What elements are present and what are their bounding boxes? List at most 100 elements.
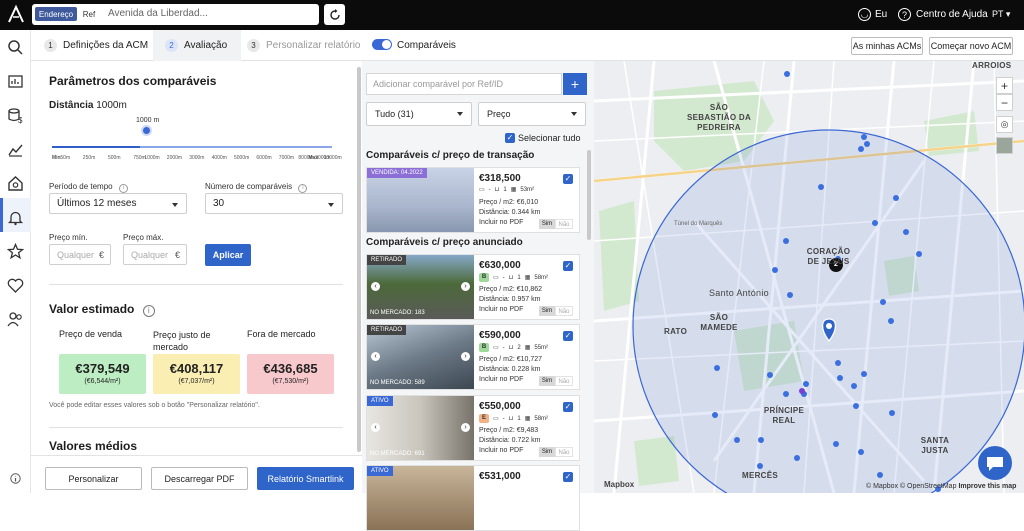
min-price-label: Preço mín. — [49, 233, 88, 242]
select-all-checkbox[interactable]: ✓ — [505, 133, 515, 143]
tab-customize-report[interactable]: 3 Personalizar relatório — [247, 30, 367, 61]
address-search-input[interactable]: Avenida da Liberdad... — [108, 8, 208, 19]
include-pdf-label: Incluir no PDF — [479, 306, 524, 313]
count-select[interactable]: 30 — [205, 193, 343, 214]
apply-button[interactable]: Aplicar — [205, 244, 251, 266]
comparables-scrollbar[interactable] — [587, 150, 591, 240]
add-comparable-button[interactable]: + — [563, 73, 587, 95]
comparable-card[interactable]: RETIRADO ‹ › NO MERCADO: 589 €590,000 B ▭ - ⊔ 2 ▦ 5… — [366, 324, 580, 390]
attribution-text[interactable]: © Mapbox © OpenStreetMap — [866, 483, 956, 490]
property-photo[interactable]: ATIVO — [367, 466, 474, 530]
refresh-icon — [329, 8, 340, 20]
max-price-input[interactable]: Qualquer € — [123, 244, 187, 265]
search-mode-ref[interactable]: Ref — [80, 7, 98, 21]
info-icon[interactable] — [10, 473, 21, 484]
left-panel-scrollbar[interactable] — [357, 67, 361, 452]
map-style-toggle[interactable] — [996, 137, 1013, 154]
filter-select[interactable]: Tudo (31) — [366, 102, 472, 126]
status-badge: RETIRADO — [367, 255, 407, 265]
include-pdf-toggle[interactable]: Sim Não — [539, 219, 573, 229]
my-acms-button[interactable]: As minhas ACMs — [851, 37, 923, 55]
include-pdf-toggle[interactable]: Sim Não — [539, 306, 573, 316]
comparable-card[interactable]: RETIRADO ‹ › NO MERCADO: 183 €630,000 B ▭ - ⊔ 1 ▦ 5… — [366, 254, 580, 320]
chevron-left-icon[interactable]: ‹ — [371, 423, 380, 432]
chevron-right-icon[interactable]: › — [461, 423, 470, 432]
locate-button[interactable]: ◎ — [996, 116, 1013, 133]
info-icon[interactable]: i — [118, 184, 128, 193]
include-yes[interactable]: Sim — [539, 447, 555, 457]
tab-acm-settings[interactable]: 1 Definições da ACM — [44, 30, 154, 61]
comparable-card[interactable]: ATIVO €531,000 ✓ — [366, 465, 580, 531]
property-photo[interactable]: ATIVO ‹ › NO MERCADO: 691 — [367, 396, 474, 460]
include-no[interactable]: Não — [555, 447, 573, 457]
property-photo[interactable]: VENDIDA: 04.2022 — [367, 168, 474, 232]
include-no[interactable]: Não — [555, 219, 573, 229]
tab-number: 2 — [165, 39, 178, 52]
comparable-checkbox[interactable]: ✓ — [563, 261, 573, 271]
comparables-toggle[interactable] — [372, 39, 392, 50]
improve-map-link[interactable]: Improve this map — [958, 483, 1016, 490]
comparable-checkbox[interactable]: ✓ — [563, 331, 573, 341]
add-comparable-input[interactable]: Adicionar comparável por Ref/ID — [366, 73, 562, 95]
customize-button[interactable]: Personalizar — [45, 467, 142, 490]
chevron-right-icon[interactable]: › — [461, 282, 470, 291]
smartlink-report-button[interactable]: Relatório Smartlink — [257, 467, 354, 490]
info-icon[interactable]: i — [298, 184, 308, 193]
property-photo[interactable]: RETIRADO ‹ › NO MERCADO: 183 — [367, 255, 474, 319]
app-logo-icon[interactable] — [6, 4, 26, 24]
zoom-in-button[interactable]: + — [996, 77, 1013, 94]
min-price-input[interactable]: Qualquer € — [49, 244, 111, 265]
bell-icon[interactable] — [7, 209, 24, 226]
heart-home-icon[interactable] — [7, 277, 24, 294]
money-icon[interactable]: $ — [7, 107, 24, 124]
fair-price-heading: Preço justo de mercado — [153, 330, 211, 352]
include-no[interactable]: Não — [555, 306, 573, 316]
search-mode-address[interactable]: Endereço — [35, 7, 77, 21]
start-new-acm-button[interactable]: Começar novo ACM — [929, 37, 1013, 55]
comparable-price: €550,000 — [479, 401, 521, 412]
search-icon[interactable] — [7, 39, 24, 56]
comparable-price: €531,000 — [479, 471, 521, 482]
map[interactable]: 2 ARROIOS SÃO SEBASTIÃO DA PEDREIRA CORA… — [594, 61, 1024, 493]
info-icon[interactable]: i — [142, 305, 155, 317]
property-photo[interactable]: RETIRADO ‹ › NO MERCADO: 589 — [367, 325, 474, 389]
comparable-checkbox[interactable]: ✓ — [563, 472, 573, 482]
chevron-left-icon[interactable]: ‹ — [371, 282, 380, 291]
tab-number: 3 — [247, 39, 260, 52]
user-menu[interactable]: ◡ Eu — [858, 8, 887, 21]
include-pdf-toggle[interactable]: Sim Não — [539, 376, 573, 386]
area-value: 58m² — [534, 415, 549, 422]
chevron-right-icon[interactable]: › — [461, 352, 470, 361]
include-yes[interactable]: Sim — [539, 376, 555, 386]
star-icon[interactable] — [7, 243, 24, 260]
chat-button[interactable] — [978, 446, 1012, 480]
language-select[interactable]: PT ▾ — [992, 9, 1010, 20]
estimate-value: €436,685 — [263, 361, 318, 376]
chart-icon[interactable] — [7, 141, 24, 158]
distance-slider-handle[interactable] — [141, 125, 152, 136]
include-yes[interactable]: Sim — [539, 306, 555, 316]
days-on-market: NO MERCADO: 589 — [370, 380, 425, 386]
analytics-icon[interactable] — [7, 73, 24, 90]
include-yes[interactable]: Sim — [539, 219, 555, 229]
comparable-card[interactable]: VENDIDA: 04.2022 €318,500 ▭ - ⊔ 1 ▦ 53m² Preço /… — [366, 167, 580, 233]
zoom-out-button[interactable]: − — [996, 94, 1013, 111]
chat-icon — [987, 457, 1003, 471]
period-select[interactable]: Últimos 12 meses — [49, 193, 187, 214]
tab-valuation[interactable]: 2 Avaliação — [153, 30, 241, 61]
tab-number: 1 — [44, 39, 57, 52]
comparable-checkbox[interactable]: ✓ — [563, 402, 573, 412]
chevron-left-icon[interactable]: ‹ — [371, 352, 380, 361]
comparable-checkbox[interactable]: ✓ — [563, 174, 573, 184]
comparable-card[interactable]: ATIVO ‹ › NO MERCADO: 691 €550,000 E ▭ - ⊔ 1 ▦ 58m²… — [366, 395, 580, 461]
help-center-link[interactable]: ? Centro de Ajuda — [898, 8, 988, 21]
users-icon[interactable] — [7, 311, 24, 328]
sort-select[interactable]: Preço — [478, 102, 586, 126]
include-pdf-toggle[interactable]: Sim Não — [539, 447, 573, 457]
refresh-button[interactable] — [324, 4, 345, 25]
home-valuation-icon[interactable] — [7, 175, 24, 192]
download-pdf-button[interactable]: Descarregar PDF — [151, 467, 248, 490]
bathrooms-value: 1 — [517, 415, 521, 422]
averages-title: Valores médios — [49, 439, 138, 453]
include-no[interactable]: Não — [555, 376, 573, 386]
